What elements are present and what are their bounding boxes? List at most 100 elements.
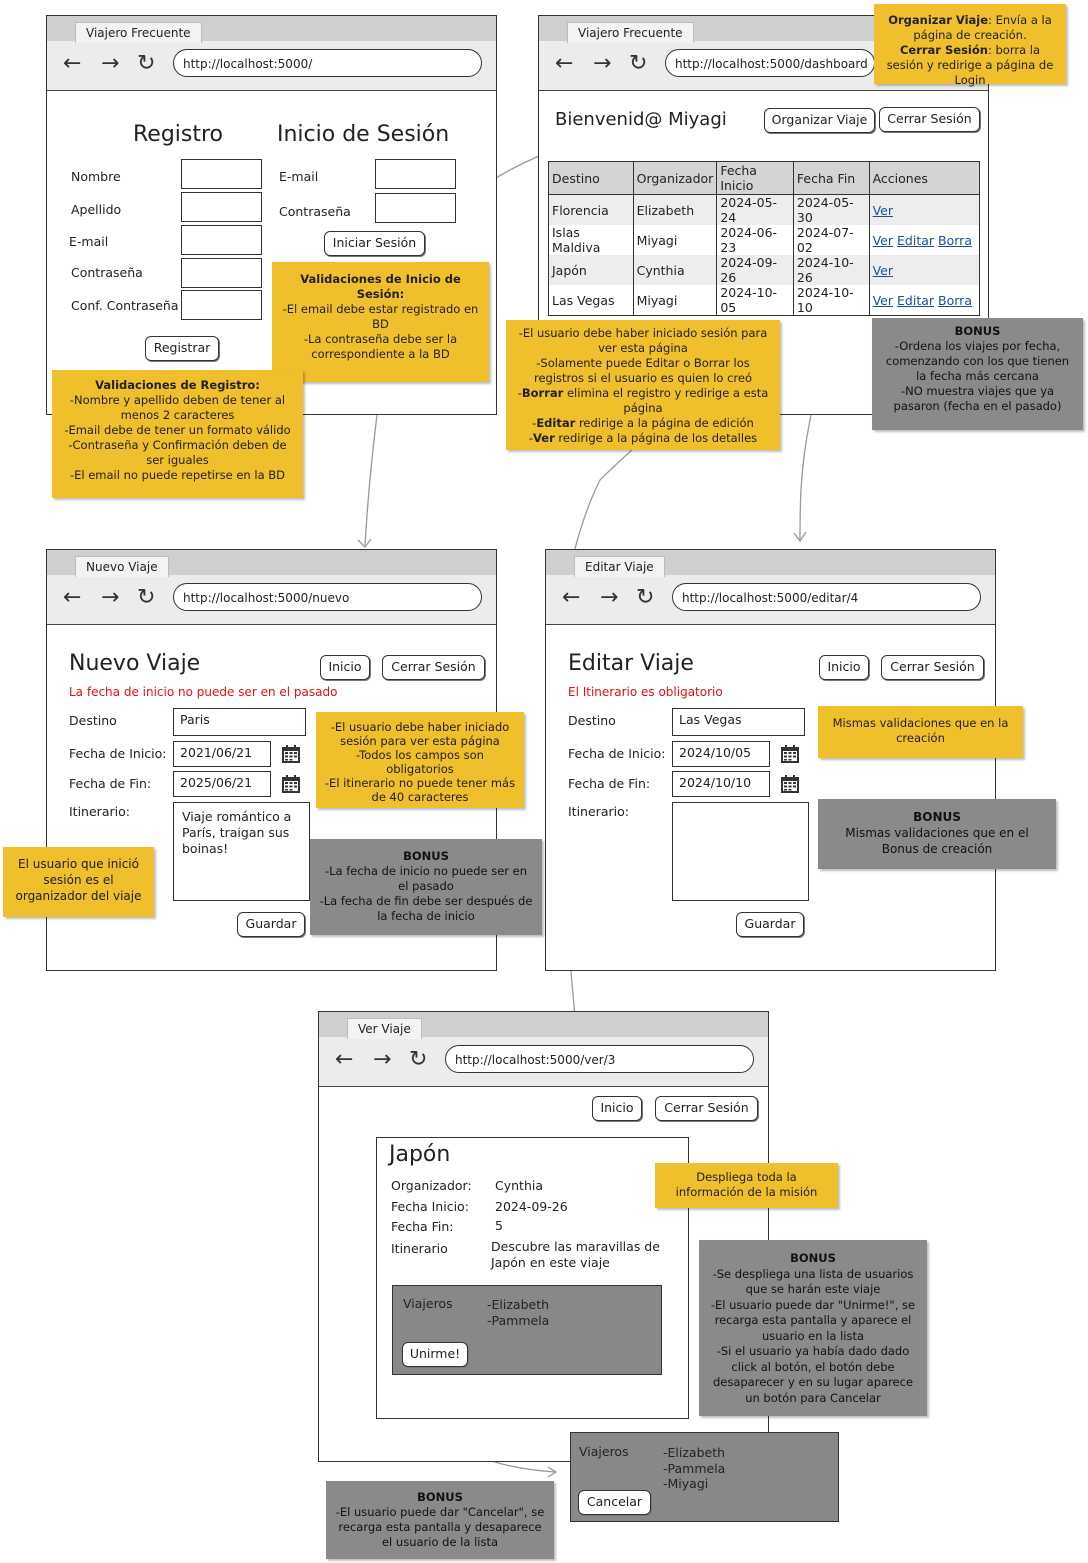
- bonus-title: BONUS: [954, 324, 1001, 338]
- fecha-inicio-input[interactable]: 2024/10/05: [672, 741, 770, 767]
- label-fecha-fin: Fecha de Fin:: [69, 776, 152, 791]
- reload-icon[interactable]: ↻: [137, 586, 155, 610]
- organize-trip-button[interactable]: Organizar Viaje: [764, 108, 875, 133]
- travelers-label: Viajeros: [403, 1296, 453, 1311]
- browser-chrome: Viajero Frecuente ← → ↻ http://localhost…: [47, 16, 496, 91]
- login-email-input[interactable]: [375, 159, 456, 189]
- arrow-left-icon[interactable]: ←: [335, 1048, 353, 1072]
- trip-detail-card: Japón Organizador: Cynthia Fecha Inicio:…: [376, 1137, 689, 1419]
- cancel-button[interactable]: Cancelar: [578, 1490, 651, 1515]
- calendar-icon[interactable]: [780, 774, 800, 794]
- calendar-icon[interactable]: [281, 744, 301, 764]
- address-bar[interactable]: http://localhost:5000/editar/4: [672, 583, 981, 611]
- cell-organizador: Miyagi: [632, 225, 718, 255]
- logout-button[interactable]: Cerrar Sesión: [382, 655, 485, 680]
- arrow-left-icon[interactable]: ←: [63, 52, 81, 76]
- logout-button[interactable]: Cerrar Sesión: [881, 655, 984, 680]
- reg-nombre-input[interactable]: [181, 159, 262, 189]
- note-body: -El usuario debe haber iniciado sesión p…: [324, 720, 516, 804]
- travelers-label: Viajeros: [579, 1444, 629, 1459]
- browser-tab[interactable]: Nuevo Viaje: [75, 556, 169, 577]
- address-bar[interactable]: http://localhost:5000/nuevo: [173, 583, 482, 611]
- fecha-fin-input[interactable]: 2025/06/21: [173, 771, 271, 797]
- reg-email-input[interactable]: [181, 225, 262, 255]
- reload-icon[interactable]: ↻: [636, 586, 654, 610]
- fecha-inicio-input[interactable]: 2021/06/21: [173, 741, 271, 767]
- page-title: Editar Viaje: [568, 651, 694, 676]
- itinerario-textarea[interactable]: [672, 802, 809, 901]
- save-button[interactable]: Guardar: [237, 912, 305, 937]
- logout-button[interactable]: Cerrar Sesión: [655, 1096, 758, 1121]
- browser-tab[interactable]: Editar Viaje: [574, 556, 665, 577]
- fecha-fin-input[interactable]: 2024/10/10: [672, 771, 770, 797]
- note-dashboard-rules: -El usuario debe haber iniciado sesión p…: [506, 320, 780, 450]
- cell-destino: Las Vegas: [548, 285, 634, 316]
- view-link[interactable]: Ver: [873, 263, 893, 278]
- view-link[interactable]: Ver: [873, 233, 893, 248]
- arrow-left-icon[interactable]: ←: [63, 586, 81, 610]
- itinerario-textarea[interactable]: Viaje romántico a París, traigan sus boi…: [173, 802, 310, 901]
- reg-label-apellido: Apellido: [71, 202, 122, 217]
- arrow-right-icon[interactable]: →: [101, 586, 119, 610]
- logout-button[interactable]: Cerrar Sesión: [879, 107, 980, 132]
- delete-link[interactable]: Borra: [938, 233, 972, 248]
- arrow-left-icon[interactable]: ←: [562, 586, 580, 610]
- value-fecha-inicio: 2024-09-26: [495, 1199, 568, 1214]
- note-bold: Cerrar Sesión: [899, 43, 988, 57]
- calendar-icon[interactable]: [281, 774, 301, 794]
- calendar-icon[interactable]: [780, 744, 800, 764]
- arrow-right-icon[interactable]: →: [600, 586, 618, 610]
- home-button[interactable]: Inicio: [819, 655, 869, 680]
- edit-link[interactable]: Editar: [897, 233, 934, 248]
- value-organizador: Cynthia: [495, 1178, 544, 1193]
- bonus-title: BONUS: [790, 1251, 836, 1265]
- trips-table: Destino Organizador Fecha Inicio Fecha F…: [548, 161, 981, 316]
- address-bar[interactable]: http://localhost:5000/: [173, 49, 482, 77]
- address-bar[interactable]: http://localhost:5000/ver/3: [445, 1045, 754, 1073]
- arrow-right-icon[interactable]: →: [593, 52, 611, 76]
- home-button[interactable]: Inicio: [320, 655, 370, 680]
- destino-input[interactable]: Las Vegas: [672, 708, 805, 736]
- login-button[interactable]: Iniciar Sesión: [324, 231, 425, 256]
- reg-password-input[interactable]: [181, 258, 262, 288]
- reg-confirm-input[interactable]: [181, 290, 262, 320]
- login-password-input[interactable]: [375, 193, 456, 223]
- destino-input[interactable]: Paris: [173, 708, 306, 736]
- save-button[interactable]: Guardar: [736, 912, 804, 937]
- arrow-left-icon[interactable]: ←: [555, 52, 573, 76]
- table-row: Japón Cynthia 2024-09-26 2024-10-26 Ver: [548, 255, 981, 285]
- trip-title: Japón: [389, 1142, 451, 1167]
- bonus-body: -La fecha de inicio no puede ser en el p…: [319, 864, 533, 923]
- note-body: -El email debe estar registrado en BD -L…: [282, 302, 479, 361]
- note-view-trip: Despliega toda la información de la misi…: [655, 1163, 838, 1208]
- arrow-right-icon[interactable]: →: [373, 1048, 391, 1072]
- join-button[interactable]: Unirme!: [402, 1342, 468, 1367]
- delete-link[interactable]: Borra: [938, 293, 972, 308]
- bonus-title: BONUS: [403, 849, 449, 863]
- note-bold: Ver: [533, 431, 555, 445]
- table-header-row: Destino Organizador Fecha Inicio Fecha F…: [548, 161, 981, 195]
- bonus-body: -Se despliega una lista de usuarios que …: [710, 1266, 916, 1405]
- reg-apellido-input[interactable]: [181, 192, 262, 222]
- reload-icon[interactable]: ↻: [137, 52, 155, 76]
- browser-tab[interactable]: Ver Viaje: [347, 1018, 422, 1039]
- reg-label-confirm: Conf. Contraseña: [71, 298, 179, 313]
- arrow-right-icon[interactable]: →: [101, 52, 119, 76]
- edit-link[interactable]: Editar: [897, 293, 934, 308]
- reg-label-password: Contraseña: [71, 265, 143, 280]
- address-bar[interactable]: http://localhost:5000/dashboard: [665, 49, 875, 77]
- cell-destino: Florencia: [548, 194, 634, 225]
- browser-tab[interactable]: Viajero Frecuente: [567, 22, 694, 43]
- table-row: Islas Maldiva Miyagi 2024-06-23 2024-07-…: [548, 225, 981, 255]
- view-link[interactable]: Ver: [873, 203, 893, 218]
- note-text: redirige a la página de edición: [575, 416, 754, 430]
- bonus-new-trip: BONUS -La fecha de inicio no puede ser e…: [310, 839, 542, 935]
- note-text: elimina el registro y redirige a esta pá…: [563, 386, 769, 415]
- note-body: -Nombre y apellido deben de tener al men…: [64, 393, 291, 482]
- reload-icon[interactable]: ↻: [409, 1048, 427, 1072]
- view-link[interactable]: Ver: [873, 293, 893, 308]
- home-button[interactable]: Inicio: [592, 1096, 642, 1121]
- browser-tab[interactable]: Viajero Frecuente: [75, 22, 202, 43]
- reload-icon[interactable]: ↻: [629, 52, 647, 76]
- register-button[interactable]: Registrar: [145, 336, 219, 361]
